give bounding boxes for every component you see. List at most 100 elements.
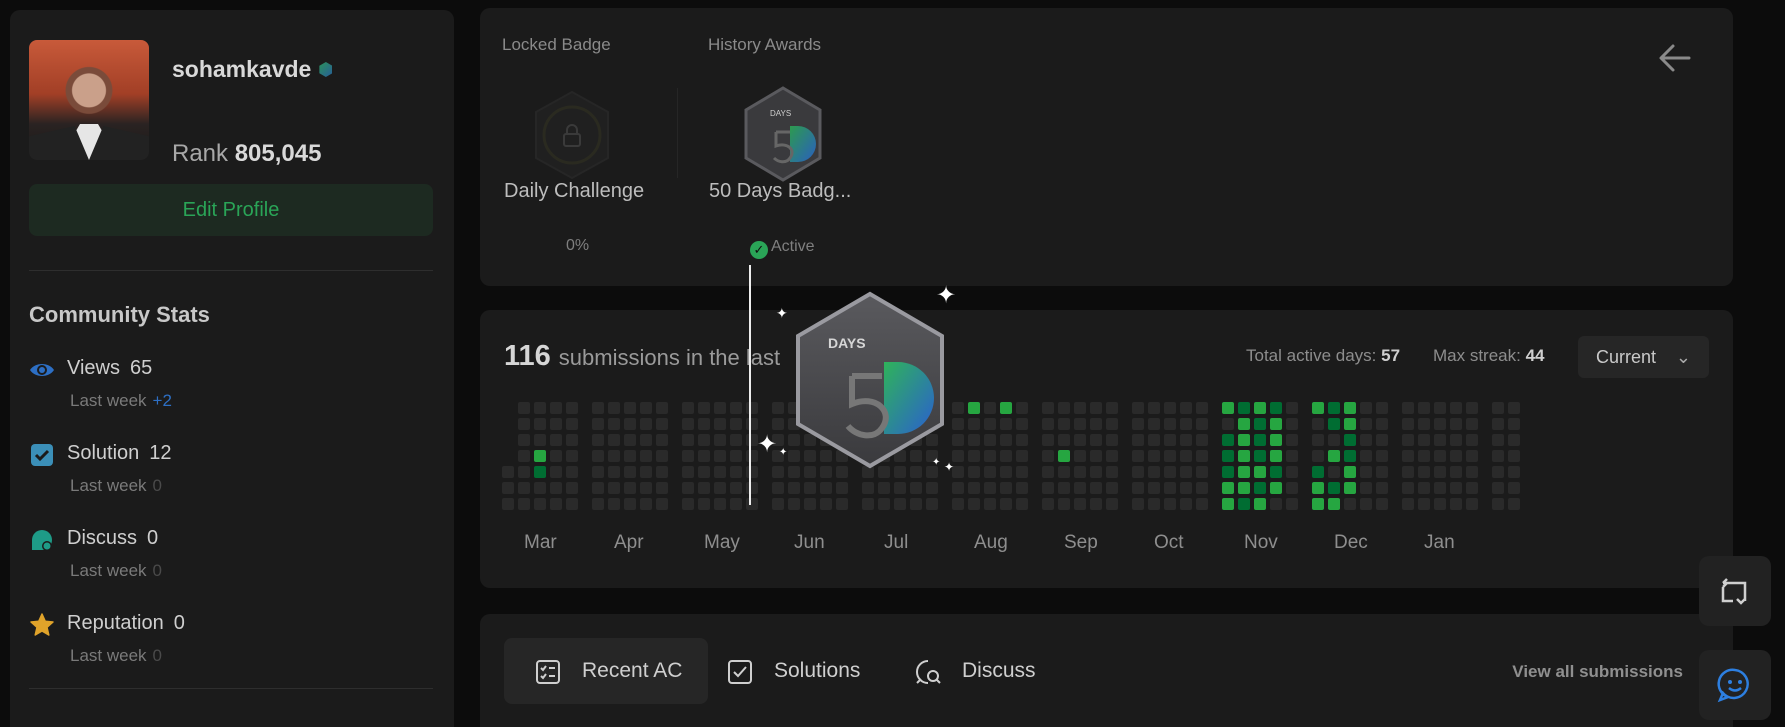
heatmap-cell[interactable] [682,434,694,446]
heatmap-cell[interactable] [624,482,636,494]
heatmap-cell[interactable] [1180,498,1192,510]
heatmap-cell[interactable] [772,418,784,430]
heatmap-cell[interactable] [1418,402,1430,414]
heatmap-cell[interactable] [608,482,620,494]
heatmap-cell[interactable] [1312,418,1324,430]
heatmap-cell[interactable] [730,498,742,510]
heatmap-cell[interactable] [502,498,514,510]
heatmap-cell[interactable] [1254,418,1266,430]
heatmap-cell[interactable] [714,402,726,414]
heatmap-cell[interactable] [1238,498,1250,510]
heatmap-cell[interactable] [534,402,546,414]
heatmap-cell[interactable] [640,434,652,446]
heatmap-cell[interactable] [894,498,906,510]
heatmap-cell[interactable] [1344,402,1356,414]
heatmap-cell[interactable] [534,498,546,510]
heatmap-cell[interactable] [1164,434,1176,446]
heatmap-cell[interactable] [1376,450,1388,462]
heatmap-cell[interactable] [926,482,938,494]
heatmap-cell[interactable] [1344,450,1356,462]
avatar[interactable] [29,40,149,160]
heatmap-cell[interactable] [640,498,652,510]
heatmap-cell[interactable] [1000,498,1012,510]
heatmap-cell[interactable] [566,482,578,494]
heatmap-cell[interactable] [1450,434,1462,446]
heatmap-cell[interactable] [1466,418,1478,430]
heatmap-cell[interactable] [730,450,742,462]
heatmap-cell[interactable] [624,466,636,478]
heatmap-cell[interactable] [1418,418,1430,430]
heatmap-cell[interactable] [1058,450,1070,462]
heatmap-cell[interactable] [1344,498,1356,510]
fifty-days-badge-icon[interactable]: DAYS [742,86,824,182]
heatmap-cell[interactable] [1286,402,1298,414]
heatmap-cell[interactable] [1492,418,1504,430]
heatmap-cell[interactable] [1180,418,1192,430]
heatmap-cell[interactable] [592,466,604,478]
heatmap-cell[interactable] [1016,402,1028,414]
heatmap-cell[interactable] [624,498,636,510]
heatmap-cell[interactable] [640,482,652,494]
heatmap-cell[interactable] [1196,418,1208,430]
heatmap-cell[interactable] [1434,418,1446,430]
heatmap-cell[interactable] [1466,482,1478,494]
locked-badge-icon[interactable] [532,90,612,180]
heatmap-cell[interactable] [968,450,980,462]
heatmap-cell[interactable] [1090,482,1102,494]
heatmap-cell[interactable] [640,466,652,478]
heatmap-cell[interactable] [550,466,562,478]
heatmap-cell[interactable] [984,434,996,446]
heatmap-cell[interactable] [1254,466,1266,478]
heatmap-cell[interactable] [746,418,758,430]
heatmap-cell[interactable] [1270,498,1282,510]
heatmap-cell[interactable] [1434,466,1446,478]
heatmap-cell[interactable] [1180,434,1192,446]
heatmap-cell[interactable] [1328,450,1340,462]
heatmap-cell[interactable] [1000,466,1012,478]
heatmap-cell[interactable] [518,466,530,478]
heatmap-cell[interactable] [1508,450,1520,462]
heatmap-cell[interactable] [1196,482,1208,494]
heatmap-cell[interactable] [952,482,964,494]
heatmap-cell[interactable] [1360,402,1372,414]
heatmap-cell[interactable] [1434,498,1446,510]
heatmap-cell[interactable] [1074,402,1086,414]
heatmap-cell[interactable] [1180,402,1192,414]
heatmap-cell[interactable] [1450,450,1462,462]
heatmap-cell[interactable] [1508,466,1520,478]
heatmap-cell[interactable] [518,498,530,510]
heatmap-cell[interactable] [1360,498,1372,510]
heatmap-cell[interactable] [894,482,906,494]
heatmap-cell[interactable] [1344,418,1356,430]
heatmap-cell[interactable] [534,450,546,462]
heatmap-cell[interactable] [1074,450,1086,462]
heatmap-cell[interactable] [1492,466,1504,478]
heatmap-cell[interactable] [836,482,848,494]
heatmap-cell[interactable] [1132,498,1144,510]
heatmap-cell[interactable] [1180,482,1192,494]
heatmap-cell[interactable] [730,418,742,430]
heatmap-cell[interactable] [1042,482,1054,494]
heatmap-cell[interactable] [1466,466,1478,478]
heatmap-cell[interactable] [1148,482,1160,494]
heatmap-cell[interactable] [550,418,562,430]
heatmap-cell[interactable] [592,434,604,446]
heatmap-cell[interactable] [592,402,604,414]
heatmap-cell[interactable] [1402,434,1414,446]
heatmap-cell[interactable] [698,482,710,494]
heatmap-cell[interactable] [1238,402,1250,414]
heatmap-cell[interactable] [772,482,784,494]
heatmap-cell[interactable] [624,450,636,462]
heatmap-cell[interactable] [1132,450,1144,462]
heatmap-cell[interactable] [952,418,964,430]
heatmap-cell[interactable] [1450,402,1462,414]
heatmap-cell[interactable] [682,498,694,510]
heatmap-cell[interactable] [1132,466,1144,478]
heatmap-cell[interactable] [1196,498,1208,510]
heatmap-cell[interactable] [1090,402,1102,414]
heatmap-cell[interactable] [968,434,980,446]
heatmap-cell[interactable] [682,466,694,478]
heatmap-cell[interactable] [698,434,710,446]
heatmap-cell[interactable] [608,466,620,478]
heatmap-cell[interactable] [984,498,996,510]
